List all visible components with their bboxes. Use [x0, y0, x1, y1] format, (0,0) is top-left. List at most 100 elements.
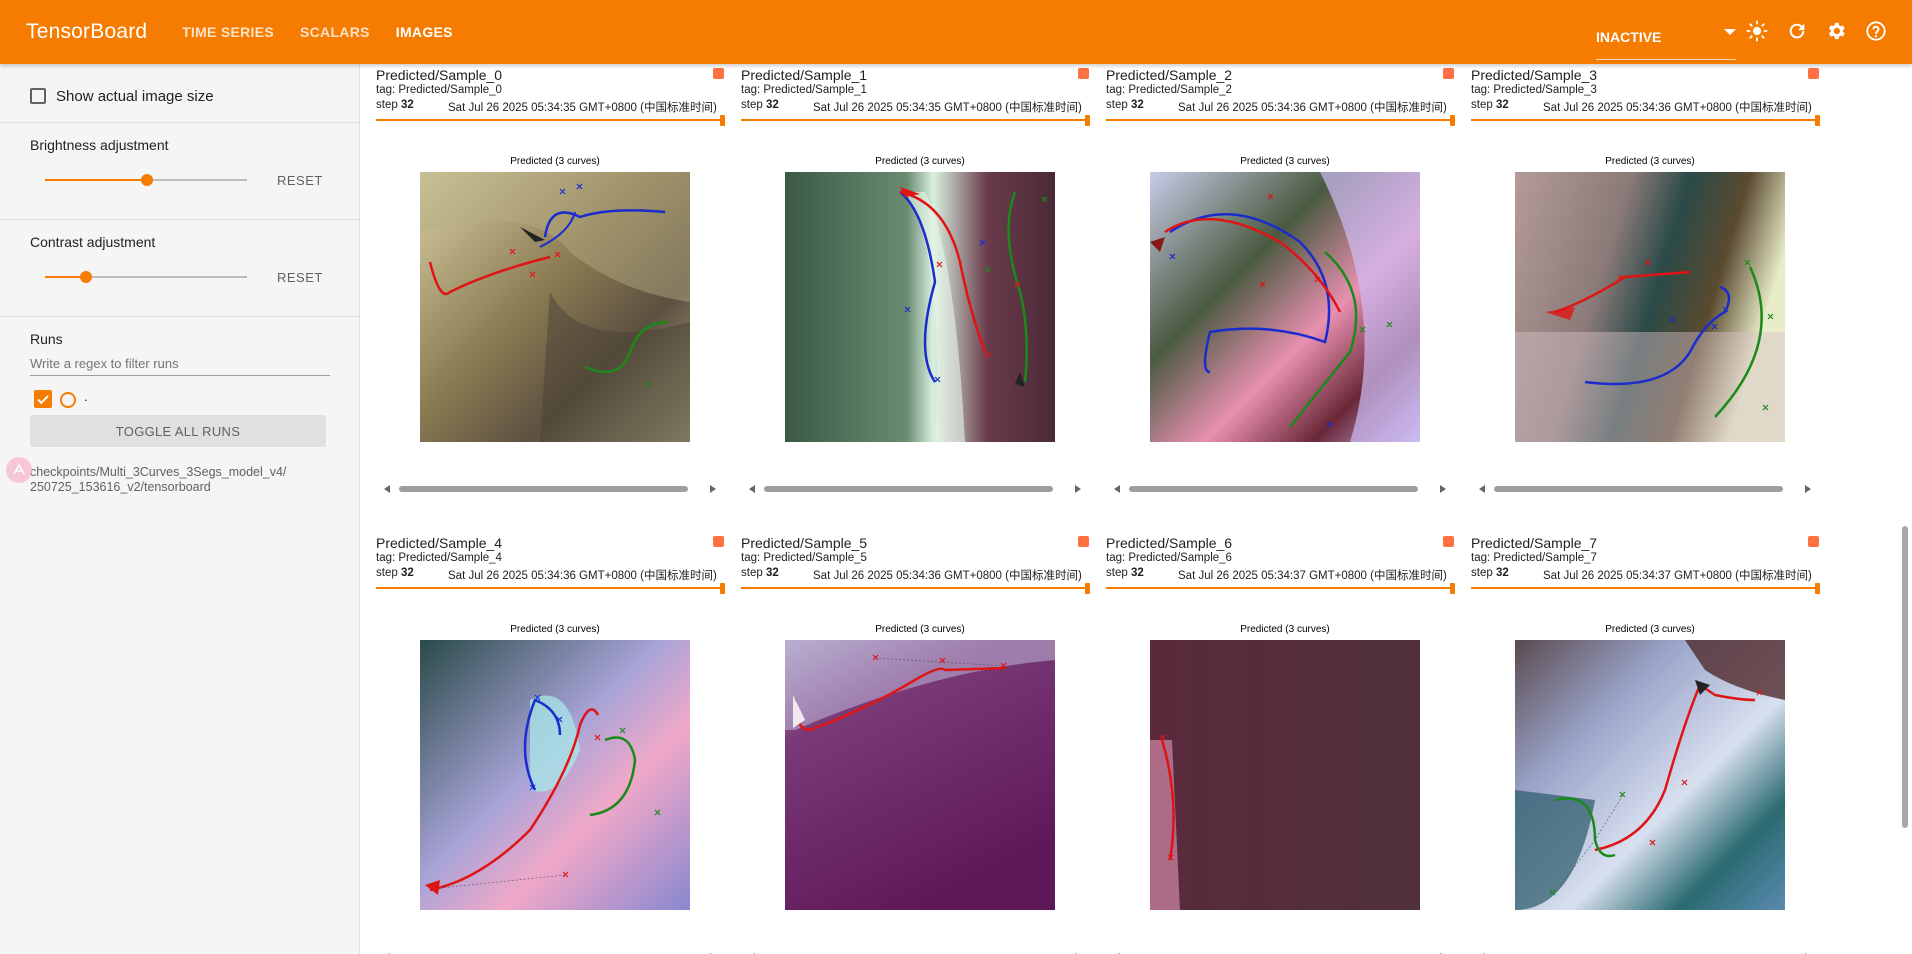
image-hscroll[interactable]: [741, 483, 1089, 495]
step-slider[interactable]: [1471, 119, 1819, 121]
chevron-down-icon: [1724, 29, 1736, 35]
settings-sidebar: Show actual image size Brightness adjust…: [0, 64, 360, 954]
page-vscroll[interactable]: [1898, 64, 1912, 954]
contrast-section: Contrast adjustment RESET: [0, 220, 359, 317]
check-icon: [37, 395, 49, 405]
tab-time-series[interactable]: TIME SERIES: [182, 24, 274, 40]
card-step: step 32: [376, 99, 414, 111]
sample-image[interactable]: [785, 172, 1055, 442]
pin-flag-icon[interactable]: [1808, 68, 1819, 79]
step-slider-thumb[interactable]: [1815, 115, 1820, 126]
card-tag: tag: Predicted/Sample_3: [1471, 84, 1597, 96]
runs-label: Runs: [30, 331, 63, 347]
scroll-left-icon: [749, 485, 755, 493]
refresh-icon[interactable]: [1784, 18, 1810, 44]
step-slider[interactable]: [376, 587, 724, 589]
image-hscroll[interactable]: [1471, 483, 1819, 495]
status-label: INACTIVE: [1596, 28, 1662, 45]
plot-title: Predicted (3 curves): [1240, 624, 1330, 635]
step-slider-thumb[interactable]: [1450, 115, 1455, 126]
card-timestamp: Sat Jul 26 2025 05:34:37 GMT+0800 (中国标准时…: [1543, 570, 1812, 582]
plot-title: Predicted (3 curves): [1605, 156, 1695, 167]
image-card: Predicted/Sample_3 tag: Predicted/Sample…: [1471, 64, 1829, 504]
actual-size-label: Show actual image size: [56, 88, 214, 105]
scroll-left-icon: [1114, 485, 1120, 493]
scroll-right-icon: [1440, 485, 1446, 493]
scroll-right-icon: [710, 485, 716, 493]
brightness-slider-thumb[interactable]: [141, 174, 153, 186]
pin-flag-icon[interactable]: [1443, 536, 1454, 547]
run-path-text: checkpoints/Multi_3Curves_3Segs_model_v4…: [30, 465, 286, 495]
card-tag: tag: Predicted/Sample_5: [741, 552, 867, 564]
run-filter-input[interactable]: [30, 351, 330, 376]
image-hscroll[interactable]: [376, 483, 724, 495]
brightness-reset-button[interactable]: RESET: [277, 173, 323, 188]
plot-title: Predicted (3 curves): [510, 156, 600, 167]
floating-translate-icon[interactable]: [6, 457, 32, 483]
card-title: Predicted/Sample_4: [376, 535, 503, 551]
image-card: Predicted/Sample_0 tag: Predicted/Sample…: [376, 64, 734, 504]
step-slider[interactable]: [1106, 587, 1454, 589]
card-title: Predicted/Sample_3: [1471, 67, 1598, 83]
card-step: step 32: [1106, 567, 1144, 579]
sample-image[interactable]: [1150, 172, 1420, 442]
sample-image[interactable]: [420, 172, 690, 442]
tab-scalars[interactable]: SCALARS: [300, 24, 370, 40]
help-icon[interactable]: [1863, 18, 1889, 44]
step-slider-thumb[interactable]: [720, 583, 725, 594]
card-step: step 32: [1106, 99, 1144, 111]
plugin-status-select[interactable]: INACTIVE: [1596, 14, 1736, 60]
sample-image[interactable]: [420, 640, 690, 910]
card-tag: tag: Predicted/Sample_6: [1106, 552, 1232, 564]
image-card: Predicted/Sample_2 tag: Predicted/Sample…: [1106, 64, 1464, 504]
step-slider-thumb[interactable]: [1085, 583, 1090, 594]
contrast-reset-button[interactable]: RESET: [277, 270, 323, 285]
sample-image[interactable]: [1515, 172, 1785, 442]
pin-flag-icon[interactable]: [1443, 68, 1454, 79]
pin-flag-icon[interactable]: [1808, 536, 1819, 547]
sample-image[interactable]: [1515, 640, 1785, 910]
pin-flag-icon[interactable]: [1078, 68, 1089, 79]
run-path-line-2: 250725_153616_v2/tensorboard: [30, 480, 211, 494]
plot-title: Predicted (3 curves): [1605, 624, 1695, 635]
tab-images[interactable]: IMAGES: [396, 24, 453, 40]
brightness-section: Brightness adjustment RESET: [0, 123, 359, 220]
scroll-left-icon: [1479, 485, 1485, 493]
sample-image[interactable]: [1150, 640, 1420, 910]
app-brand[interactable]: TensorBoard: [26, 20, 182, 44]
card-timestamp: Sat Jul 26 2025 05:34:36 GMT+0800 (中国标准时…: [1543, 102, 1812, 114]
sample-image[interactable]: [785, 640, 1055, 910]
top-app-bar: TensorBoard TIME SERIES SCALARS IMAGES I…: [0, 0, 1912, 64]
page-vscroll-thumb[interactable]: [1902, 526, 1908, 828]
image-hscroll[interactable]: [1106, 483, 1454, 495]
settings-gear-icon[interactable]: [1823, 18, 1849, 44]
step-slider[interactable]: [741, 119, 1089, 121]
image-card: Predicted/Sample_1 tag: Predicted/Sample…: [741, 64, 1099, 504]
pin-flag-icon[interactable]: [1078, 536, 1089, 547]
run-checkbox[interactable]: [34, 390, 52, 408]
step-slider[interactable]: [1106, 119, 1454, 121]
contrast-slider-thumb[interactable]: [80, 271, 92, 283]
card-timestamp: Sat Jul 26 2025 05:34:36 GMT+0800 (中国标准时…: [1178, 102, 1447, 114]
card-tag: tag: Predicted/Sample_1: [741, 84, 867, 96]
pin-flag-icon[interactable]: [713, 536, 724, 547]
pin-flag-icon[interactable]: [713, 68, 724, 79]
step-slider-thumb[interactable]: [1450, 583, 1455, 594]
step-slider-thumb[interactable]: [1815, 583, 1820, 594]
runs-section: Runs . TOGGLE ALL RUNS checkpoints/Multi…: [0, 317, 359, 517]
card-tag: tag: Predicted/Sample_2: [1106, 84, 1232, 96]
card-tag: tag: Predicted/Sample_4: [376, 552, 502, 564]
actual-size-checkbox[interactable]: [30, 88, 46, 104]
image-card: Predicted/Sample_6 tag: Predicted/Sample…: [1106, 532, 1464, 954]
card-timestamp: Sat Jul 26 2025 05:34:35 GMT+0800 (中国标准时…: [813, 102, 1082, 114]
run-color-swatch[interactable]: [60, 392, 76, 408]
toggle-all-runs-button[interactable]: TOGGLE ALL RUNS: [30, 415, 326, 447]
step-slider[interactable]: [376, 119, 724, 121]
step-slider-thumb[interactable]: [1085, 115, 1090, 126]
step-slider-thumb[interactable]: [720, 115, 725, 126]
theme-sun-icon[interactable]: [1744, 18, 1770, 44]
plot-title: Predicted (3 curves): [510, 624, 600, 635]
contrast-slider-fill: [45, 276, 85, 278]
step-slider[interactable]: [1471, 587, 1819, 589]
step-slider[interactable]: [741, 587, 1089, 589]
